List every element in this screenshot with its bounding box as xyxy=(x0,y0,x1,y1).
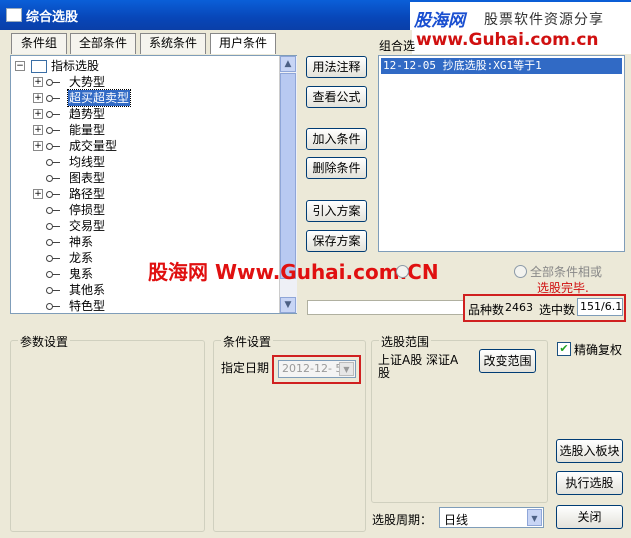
expand-icon[interactable]: + xyxy=(33,109,43,119)
expand-icon[interactable]: + xyxy=(33,93,43,103)
count-value: 2463 xyxy=(505,301,533,314)
selected-label: 选中数 xyxy=(539,303,576,317)
condition-title: 条件设置 xyxy=(221,333,274,350)
tree-item-label: 成交量型 xyxy=(69,139,118,153)
radio-or[interactable] xyxy=(514,265,527,278)
key-icon xyxy=(46,127,60,134)
tree-item-label: 龙系 xyxy=(69,251,94,265)
key-icon xyxy=(46,239,60,246)
tree-item-label: 图表型 xyxy=(69,171,106,185)
import-plan-button[interactable]: 引入方案 xyxy=(306,200,367,222)
tree-item-label: 路径型 xyxy=(69,187,106,201)
scroll-up-icon[interactable]: ▲ xyxy=(280,56,296,72)
scroll-down-icon[interactable]: ▼ xyxy=(280,297,296,313)
tree-item-label: 超买超卖型 xyxy=(66,89,132,107)
logo-tagline: 股票软件资源分享 xyxy=(484,12,604,28)
expand-icon[interactable]: + xyxy=(33,77,43,87)
tree-item-label: 能量型 xyxy=(69,123,106,137)
tree-item-label: 大势型 xyxy=(69,75,106,89)
delete-condition-button[interactable]: 删除条件 xyxy=(306,157,367,179)
window-icon xyxy=(6,8,22,22)
key-icon xyxy=(46,191,60,198)
collapse-icon[interactable]: − xyxy=(15,61,25,71)
watermark-text: 股海网 Www.Guhai.com.CN xyxy=(148,260,439,284)
progress-bar xyxy=(307,300,465,315)
tree-item-label: 交易型 xyxy=(69,219,106,233)
save-plan-button[interactable]: 保存方案 xyxy=(306,230,367,252)
expand-icon[interactable]: + xyxy=(33,189,43,199)
tree-root-label: 指标选股 xyxy=(51,59,100,73)
logo-brand: 股海网 xyxy=(414,11,465,31)
add-to-block-button[interactable]: 选股入板块 xyxy=(556,439,623,463)
key-icon xyxy=(46,287,60,294)
expand-icon[interactable]: + xyxy=(33,125,43,135)
usage-button[interactable]: 用法注释 xyxy=(306,56,367,78)
range-title: 选股范围 xyxy=(379,333,432,350)
tree-item-label: 鬼系 xyxy=(69,267,94,281)
period-value: 日线 xyxy=(444,513,469,527)
key-icon xyxy=(46,271,60,278)
radio-and[interactable] xyxy=(396,265,409,278)
exact-rights-checkbox[interactable]: ✔ xyxy=(557,342,571,356)
range-value: 上证A股 深证A股 xyxy=(378,353,459,380)
list-item[interactable]: 12-12-05 抄底选股:XG1等于1 xyxy=(381,58,622,74)
key-icon xyxy=(46,207,60,214)
params-group xyxy=(10,340,205,532)
key-icon xyxy=(46,79,60,86)
key-icon xyxy=(46,143,60,150)
count-label: 品种数 xyxy=(468,303,505,317)
key-icon xyxy=(46,223,60,230)
folder-icon xyxy=(31,60,47,73)
selected-value: 151/6.1 xyxy=(577,298,623,316)
period-label: 选股周期： xyxy=(372,513,433,527)
combo-conditions-list[interactable]: 12-12-05 抄底选股:XG1等于1 xyxy=(378,55,625,252)
radio-or-label: 全部条件相或 xyxy=(530,265,603,279)
key-icon xyxy=(46,255,60,262)
tab-system-conditions[interactable]: 系统条件 xyxy=(140,33,206,54)
change-range-button[interactable]: 改变范围 xyxy=(479,349,536,373)
tree-item-label: 趋势型 xyxy=(69,107,106,121)
tab-condition-group[interactable]: 条件组 xyxy=(11,33,67,54)
chevron-down-icon[interactable]: ▼ xyxy=(339,362,354,376)
tree-item-label: 停损型 xyxy=(69,203,106,217)
params-title: 参数设置 xyxy=(18,333,71,350)
scroll-thumb[interactable] xyxy=(280,73,296,279)
key-icon xyxy=(46,303,60,310)
date-picker[interactable]: 2012-12- 5 ▼ xyxy=(278,360,356,378)
tab-user-conditions[interactable]: 用户条件 xyxy=(210,33,276,54)
key-icon xyxy=(46,159,60,166)
key-icon xyxy=(46,175,60,182)
tree-item-label: 其他系 xyxy=(69,283,106,297)
exact-rights-label: 精确复权 xyxy=(574,343,623,357)
expand-icon[interactable]: + xyxy=(33,141,43,151)
run-selection-button[interactable]: 执行选股 xyxy=(556,471,623,495)
logo-url: www.Guhai.com.cn xyxy=(416,30,599,50)
tree-item-label: 特色型 xyxy=(69,299,106,313)
combo-label: 组合选 xyxy=(379,39,416,53)
add-condition-button[interactable]: 加入条件 xyxy=(306,128,367,150)
tree-item-label: 神系 xyxy=(69,235,94,249)
close-button[interactable]: 关闭 xyxy=(556,505,623,529)
view-formula-button[interactable]: 查看公式 xyxy=(306,86,367,108)
date-label: 指定日期 xyxy=(221,361,270,375)
key-icon xyxy=(46,95,60,102)
period-select[interactable]: 日线 ▼ xyxy=(439,507,544,528)
tree-item-label: 均线型 xyxy=(69,155,106,169)
window-title: 综合选股 xyxy=(26,10,79,25)
key-icon xyxy=(46,111,60,118)
tab-all-conditions[interactable]: 全部条件 xyxy=(70,33,136,54)
date-value: 2012-12- 5 xyxy=(282,362,343,375)
chevron-down-icon[interactable]: ▼ xyxy=(527,509,542,526)
